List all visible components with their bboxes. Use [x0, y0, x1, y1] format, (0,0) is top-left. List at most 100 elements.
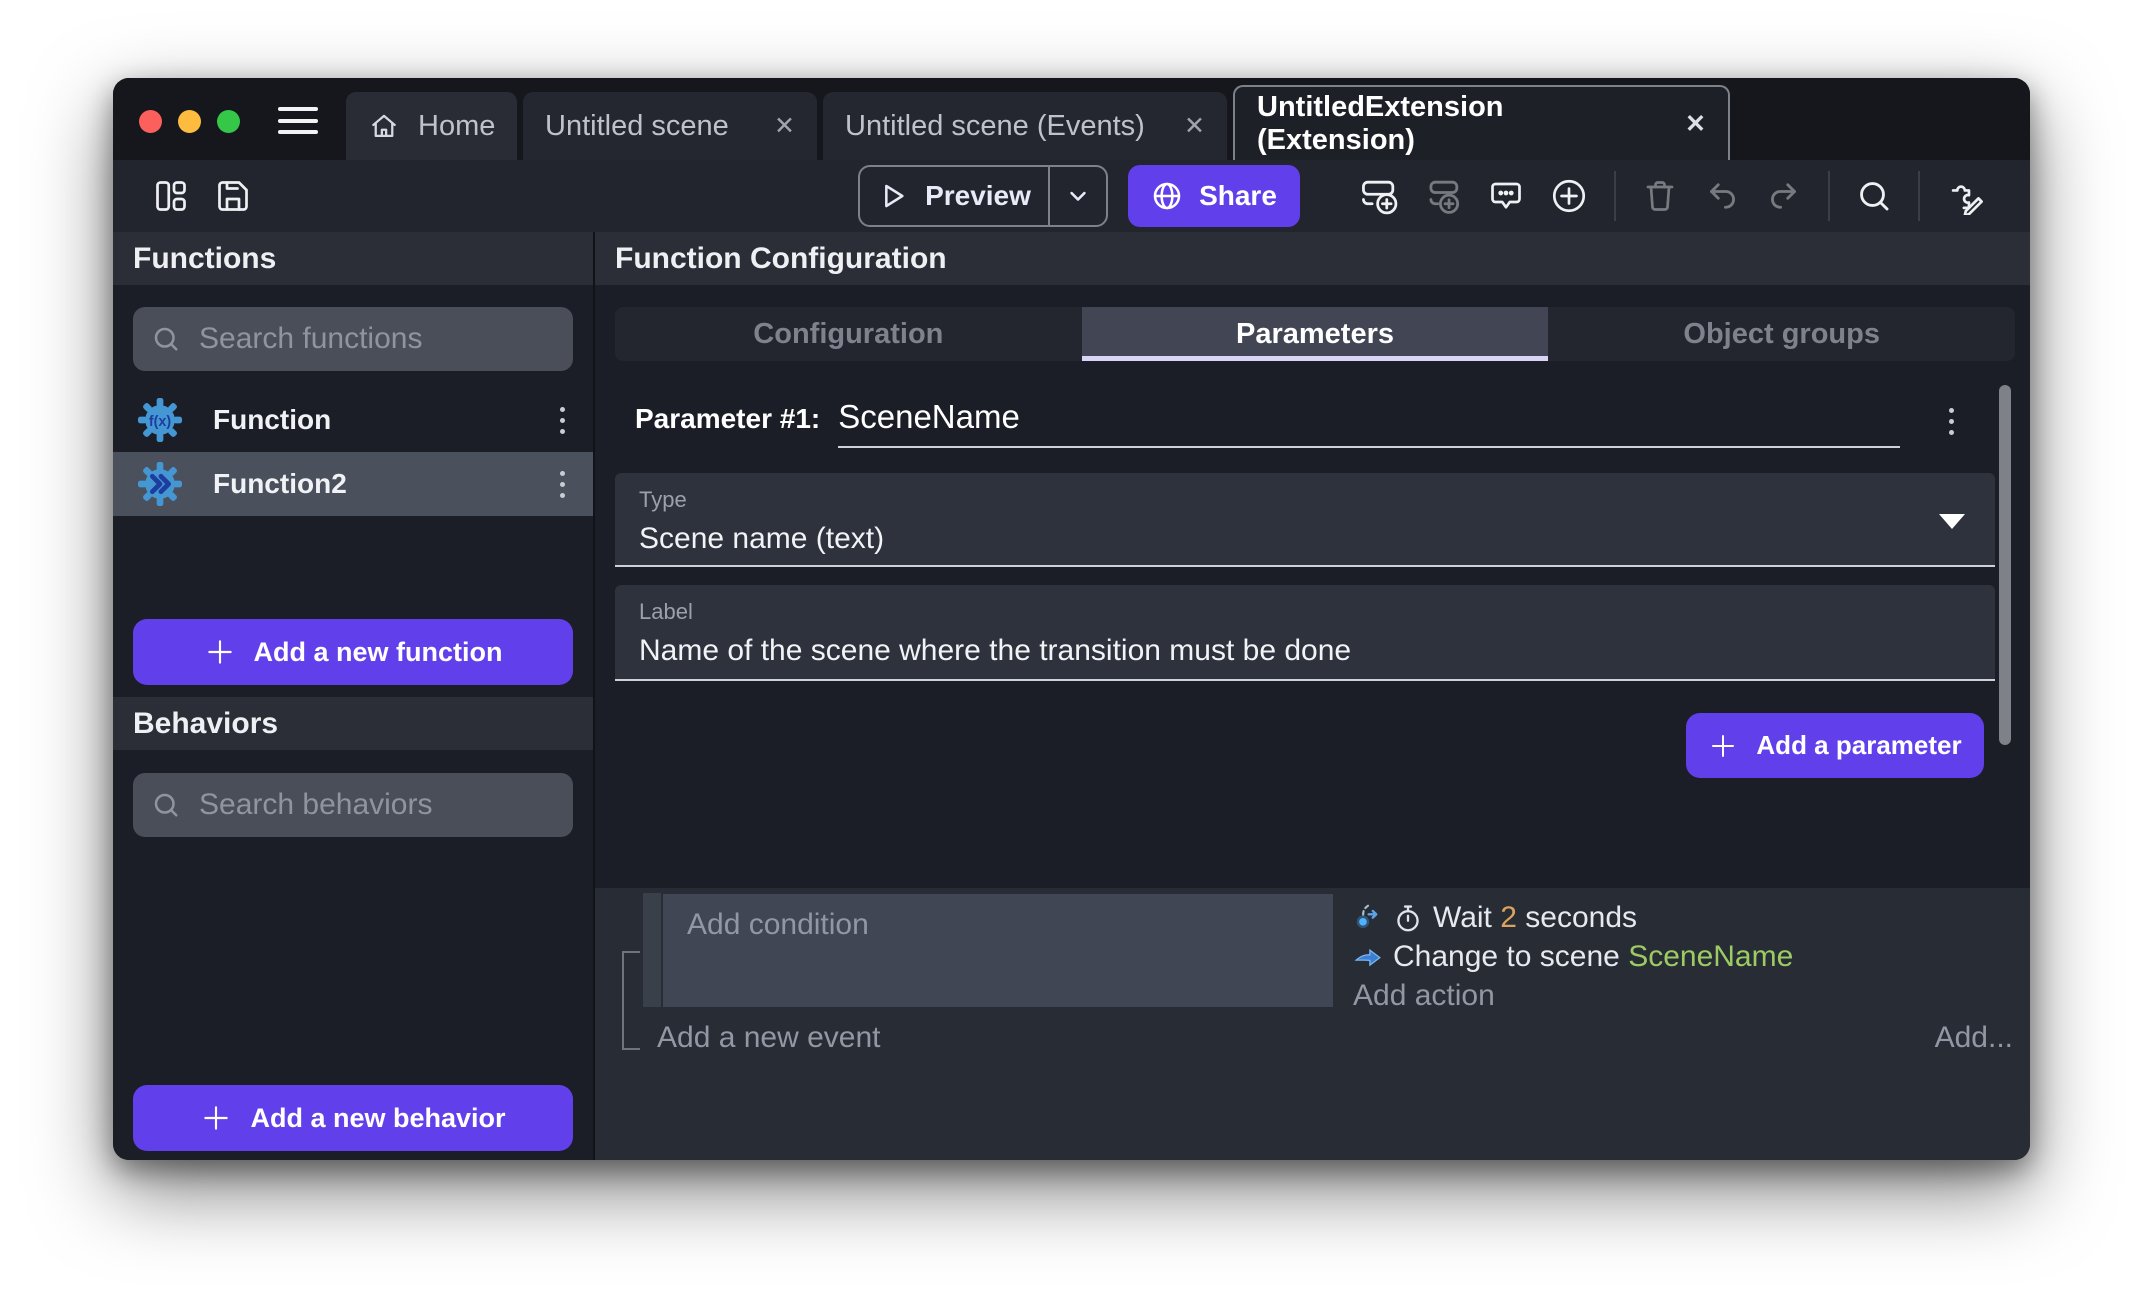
type-select[interactable]: Type Scene name (text) [615, 473, 1995, 567]
function-configuration-panel: Function Configuration Configuration Par… [593, 232, 2030, 1160]
scrollbar-thumb[interactable] [1999, 385, 2011, 745]
add-parameter-label: Add a parameter [1756, 730, 1961, 761]
parameter-name-input[interactable] [838, 398, 1900, 436]
close-tab-icon[interactable]: ✕ [774, 111, 795, 141]
tab-home[interactable]: Home [346, 92, 517, 160]
close-window-button[interactable] [139, 110, 162, 133]
extension-edit-icon[interactable] [1946, 177, 1984, 215]
label-value: Name of the scene where the transition m… [639, 634, 1971, 668]
function-item-selected[interactable]: Function2 [113, 452, 593, 516]
add-function-button[interactable]: Add a new function [133, 619, 573, 685]
wait-seconds-value: 2 [1500, 901, 1517, 934]
add-more-link[interactable]: Add... [1935, 1021, 2013, 1055]
parameter-label: Parameter #1: [635, 403, 820, 435]
configuration-tabs: Configuration Parameters Object groups [615, 307, 2015, 361]
tab-configuration[interactable]: Configuration [615, 307, 1082, 361]
functions-title: Functions [133, 242, 276, 276]
add-behavior-button[interactable]: Add a new behavior [133, 1085, 573, 1151]
function-item[interactable]: f(x) Function [113, 388, 593, 452]
toolbar-divider [1614, 171, 1616, 221]
add-new-event-link[interactable]: Add a new event [657, 1021, 881, 1055]
label-label: Label [639, 599, 1971, 625]
type-value: Scene name (text) [639, 522, 1971, 556]
tab-label: Home [418, 110, 495, 143]
toolbar: Preview Share [113, 160, 2030, 232]
actions-column: Wait 2 seconds Change to scene SceneName… [1353, 898, 1793, 1015]
add-parameter-button[interactable]: Add a parameter [1686, 713, 1984, 778]
tab-object-groups[interactable]: Object groups [1548, 307, 2015, 361]
trash-icon[interactable] [1642, 178, 1678, 214]
add-event-icon[interactable] [1360, 177, 1398, 215]
stopwatch-icon [1393, 903, 1423, 933]
zoom-window-button[interactable] [217, 110, 240, 133]
parameter-menu-icon[interactable] [1945, 404, 1958, 439]
panels-icon[interactable] [153, 178, 189, 214]
add-subevent-icon[interactable] [1424, 177, 1462, 215]
functions-search[interactable] [133, 307, 573, 371]
event-bracket [622, 951, 640, 1050]
add-behavior-label: Add a new behavior [250, 1103, 505, 1134]
functions-search-input[interactable] [197, 321, 555, 357]
menu-icon[interactable] [278, 107, 318, 134]
function-menu-icon[interactable] [556, 403, 569, 438]
redo-icon[interactable] [1766, 178, 1802, 214]
add-action-link[interactable]: Add action [1353, 976, 1793, 1015]
body: Functions [113, 232, 2030, 1160]
events-sheet: Add condition Wait 2 seconds Change to s… [595, 888, 2030, 1160]
search-icon [151, 790, 181, 820]
tab-label: UntitledExtension (Extension) [1257, 91, 1667, 157]
panel-header: Function Configuration [595, 232, 2030, 285]
behaviors-title: Behaviors [133, 707, 278, 741]
app-window: Home Untitled scene ✕ Untitled scene (Ev… [113, 78, 2030, 1160]
action-wait[interactable]: Wait 2 seconds [1353, 898, 1793, 937]
close-tab-icon[interactable]: ✕ [1685, 109, 1706, 139]
plus-icon [1708, 731, 1738, 761]
share-button[interactable]: Share [1128, 165, 1300, 227]
minimize-window-button[interactable] [178, 110, 201, 133]
save-icon[interactable] [215, 178, 251, 214]
undo-icon[interactable] [1704, 178, 1740, 214]
function-chevrons-icon [137, 461, 183, 507]
dropdown-caret-icon[interactable] [1939, 514, 1965, 529]
plus-icon [204, 636, 236, 668]
sidebar: Functions [113, 232, 593, 1160]
svg-text:f(x): f(x) [149, 414, 172, 430]
titlebar: Home Untitled scene ✕ Untitled scene (Ev… [113, 78, 2030, 160]
tab-untitled-scene[interactable]: Untitled scene ✕ [523, 92, 817, 160]
preview-dropdown-button[interactable] [1048, 167, 1106, 225]
globe-icon [1151, 180, 1183, 212]
tab-label: Untitled scene [545, 110, 729, 143]
action-change-scene[interactable]: Change to scene SceneName [1353, 937, 1793, 976]
parameter-name-field[interactable] [838, 398, 1900, 448]
functions-list: f(x) Function [113, 388, 593, 516]
home-icon [368, 110, 400, 142]
add-function-label: Add a new function [254, 637, 503, 668]
chevron-down-icon [1064, 182, 1092, 210]
comment-icon[interactable] [1488, 178, 1524, 214]
preview-button[interactable]: Preview [858, 165, 1108, 227]
play-icon [877, 180, 909, 212]
tab-untitled-extension[interactable]: UntitledExtension (Extension) ✕ [1233, 85, 1730, 160]
add-circle-icon[interactable] [1550, 177, 1588, 215]
plus-icon [200, 1102, 232, 1134]
panel-title: Function Configuration [615, 242, 947, 276]
tab-untitled-scene-events[interactable]: Untitled scene (Events) ✕ [823, 92, 1227, 160]
add-condition-area[interactable]: Add condition [663, 894, 1333, 1007]
label-field[interactable]: Label Name of the scene where the transi… [615, 585, 1995, 681]
tab-parameters[interactable]: Parameters [1082, 307, 1549, 361]
toolbar-divider [1828, 171, 1830, 221]
function-name: Function [213, 404, 331, 436]
type-label: Type [639, 487, 1971, 513]
event-selection-strip[interactable] [643, 893, 661, 1007]
scene-name-value: SceneName [1628, 940, 1793, 973]
behaviors-search-input[interactable] [197, 787, 555, 823]
search-icon[interactable] [1856, 178, 1892, 214]
close-tab-icon[interactable]: ✕ [1184, 111, 1205, 141]
function-menu-icon[interactable] [556, 467, 569, 502]
scene-arrow-icon [1353, 942, 1383, 972]
function-fx-icon: f(x) [137, 397, 183, 443]
preview-label: Preview [925, 180, 1031, 212]
async-icon [1353, 903, 1383, 933]
behaviors-search[interactable] [133, 773, 573, 837]
toolbar-divider [1918, 171, 1920, 221]
